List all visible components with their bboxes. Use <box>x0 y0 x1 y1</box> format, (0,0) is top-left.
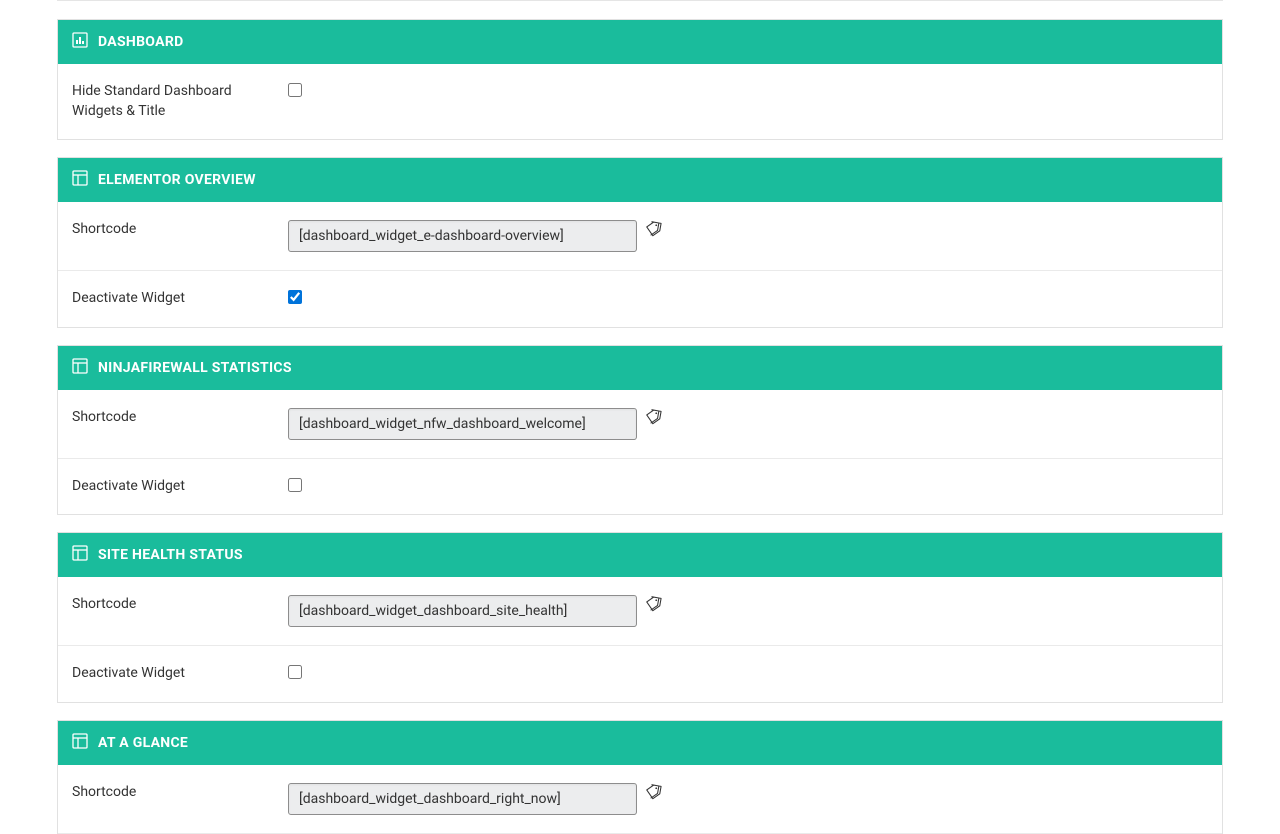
deactivate-label: Deactivate Widget <box>72 289 288 309</box>
tag-icon[interactable] <box>645 595 663 613</box>
layout-icon <box>72 170 88 190</box>
tag-icon[interactable] <box>645 783 663 801</box>
row-deactivate: Deactivate Widget <box>58 270 1222 327</box>
shortcode-input[interactable] <box>288 595 637 627</box>
deactivate-checkbox[interactable] <box>288 290 302 304</box>
hide-widgets-label: Hide Standard Dashboard Widgets & Title <box>72 82 288 121</box>
shortcode-input[interactable] <box>288 783 637 815</box>
shortcode-input[interactable] <box>288 220 637 252</box>
deactivate-checkbox[interactable] <box>288 478 302 492</box>
panel-header-at-a-glance: AT A GLANCE <box>58 721 1222 765</box>
row-deactivate: Deactivate Widget <box>58 458 1222 515</box>
deactivate-label: Deactivate Widget <box>72 477 288 497</box>
panel-title: AT A GLANCE <box>98 735 188 751</box>
divider <box>57 0 1223 1</box>
panel-header-site-health: SITE HEALTH STATUS <box>58 533 1222 577</box>
shortcode-input[interactable] <box>288 408 637 440</box>
row-hide-widgets: Hide Standard Dashboard Widgets & Title <box>58 64 1222 139</box>
panel-title: SITE HEALTH STATUS <box>98 547 243 563</box>
shortcode-label: Shortcode <box>72 595 288 615</box>
panel-title: ELEMENTOR OVERVIEW <box>98 172 256 188</box>
deactivate-label: Deactivate Widget <box>72 664 288 684</box>
panel-ninjafirewall: NINJAFIREWALL STATISTICS Shortcode Deact… <box>57 345 1223 516</box>
panel-at-a-glance: AT A GLANCE Shortcode <box>57 720 1223 834</box>
chart-bar-icon <box>72 32 88 52</box>
layout-icon <box>72 545 88 565</box>
row-shortcode: Shortcode <box>58 390 1222 458</box>
panel-site-health: SITE HEALTH STATUS Shortcode Deactivate … <box>57 532 1223 703</box>
panel-dashboard: DASHBOARD Hide Standard Dashboard Widget… <box>57 19 1223 140</box>
panel-title: NINJAFIREWALL STATISTICS <box>98 360 292 376</box>
row-deactivate: Deactivate Widget <box>58 645 1222 702</box>
deactivate-checkbox[interactable] <box>288 665 302 679</box>
layout-icon <box>72 733 88 753</box>
shortcode-label: Shortcode <box>72 220 288 240</box>
hide-widgets-checkbox[interactable] <box>288 83 302 97</box>
row-shortcode: Shortcode <box>58 577 1222 645</box>
row-shortcode: Shortcode <box>58 202 1222 270</box>
layout-icon <box>72 358 88 378</box>
row-shortcode: Shortcode <box>58 765 1222 834</box>
panel-elementor-overview: ELEMENTOR OVERVIEW Shortcode Deactivate … <box>57 157 1223 328</box>
panel-title: DASHBOARD <box>98 34 183 50</box>
tag-icon[interactable] <box>645 220 663 238</box>
panel-header-elementor: ELEMENTOR OVERVIEW <box>58 158 1222 202</box>
shortcode-label: Shortcode <box>72 408 288 428</box>
panel-header-ninjafirewall: NINJAFIREWALL STATISTICS <box>58 346 1222 390</box>
panel-header-dashboard: DASHBOARD <box>58 20 1222 64</box>
tag-icon[interactable] <box>645 408 663 426</box>
